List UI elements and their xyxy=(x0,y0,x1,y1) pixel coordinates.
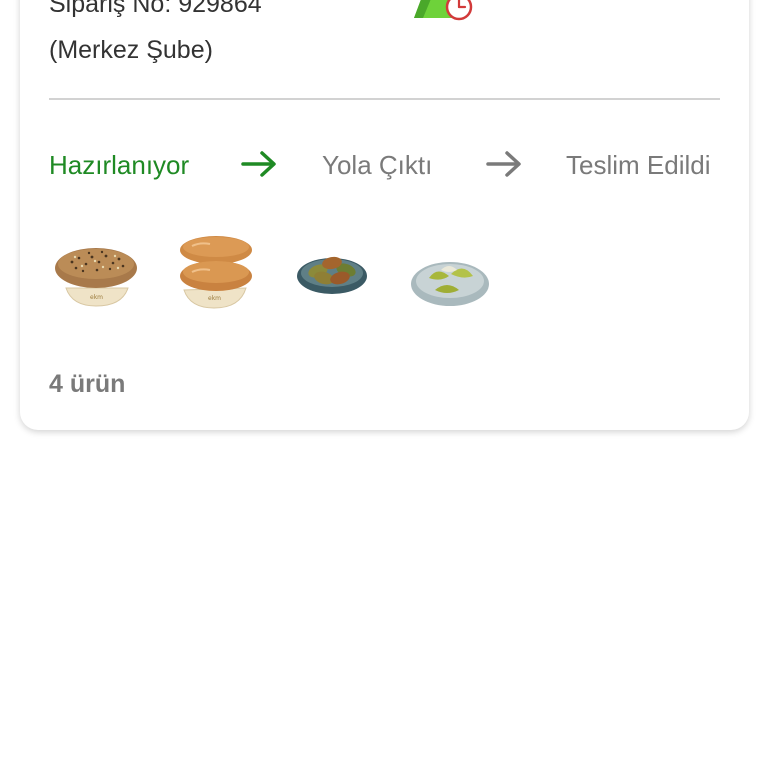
order-number: Sipariş No: 929864 xyxy=(49,0,262,18)
seeded-bread-image[interactable]: ekm xyxy=(52,226,144,316)
svg-text:ekm: ekm xyxy=(90,294,103,301)
step-preparing: Hazırlanıyor xyxy=(49,150,190,180)
divider xyxy=(49,98,720,100)
step-on-the-way: Yola Çıktı xyxy=(322,150,433,180)
item-count: 4 ürün xyxy=(49,370,126,398)
svg-text:ekm: ekm xyxy=(208,295,221,302)
status-check-icon xyxy=(622,0,662,4)
branch-name: (Merkez Şube) xyxy=(49,36,213,64)
dumpling-plate-image[interactable] xyxy=(405,226,497,316)
order-preparing-clock-icon xyxy=(414,0,473,21)
double-bread-roll-image[interactable]: ekm xyxy=(170,226,262,316)
arrow-right-icon xyxy=(241,151,276,177)
arrow-right-icon xyxy=(486,151,521,177)
step-delivered: Teslim Edildi xyxy=(566,150,711,180)
fried-pastry-plate-image[interactable] xyxy=(290,226,382,316)
